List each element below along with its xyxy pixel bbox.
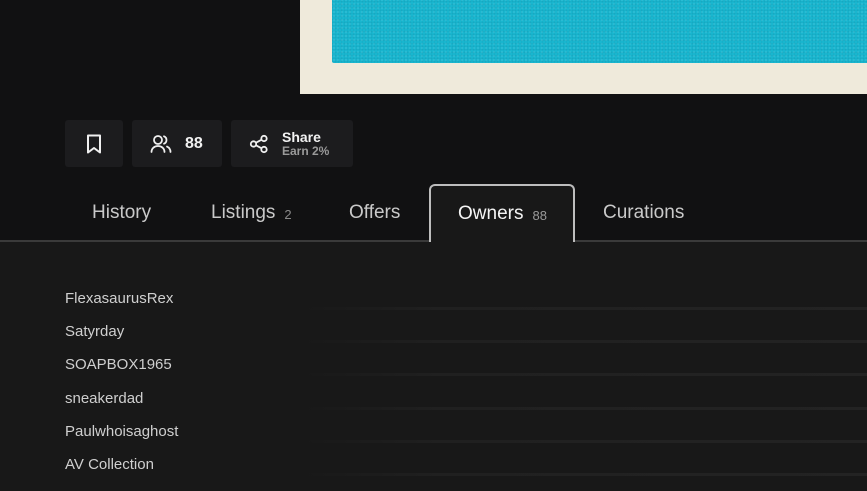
row-divider: [300, 473, 867, 476]
share-button[interactable]: Share Earn 2%: [231, 120, 353, 167]
tab-curations[interactable]: Curations: [603, 184, 684, 242]
users-icon: [150, 134, 172, 154]
tab-label: Listings: [211, 202, 276, 223]
list-item: AV Collection: [0, 450, 867, 483]
row-divider: [300, 373, 867, 376]
tab-count: 2: [284, 206, 292, 222]
tab-bar: History Listings 2 Offers Owners 88 Cura…: [0, 184, 867, 242]
tab-owners[interactable]: Owners 88: [429, 184, 575, 242]
owners-list: FlexasaurusRex Satyrday SOAPBOX1965 snea…: [0, 242, 867, 491]
owners-count: 88: [185, 134, 203, 152]
tab-label: History: [92, 202, 152, 223]
tab-count: 88: [532, 207, 547, 223]
list-item: Satyrday: [0, 317, 867, 350]
list-item: SOAPBOX1965: [0, 350, 867, 383]
owner-name[interactable]: SOAPBOX1965: [65, 356, 172, 373]
share-text: Share Earn 2%: [282, 129, 329, 159]
tab-label: Owners: [458, 203, 524, 224]
share-label: Share: [282, 128, 321, 145]
artwork-image[interactable]: [300, 0, 867, 94]
list-item: Paulwhoisaghost: [0, 417, 867, 450]
bookmark-button[interactable]: [65, 120, 123, 167]
owner-name[interactable]: sneakerdad: [65, 390, 143, 407]
action-bar: 88 Share Earn 2%: [65, 120, 353, 167]
tab-label: Offers: [349, 202, 401, 223]
artwork-blue-field: [332, 0, 867, 63]
page: 88 Share Earn 2% History Listings 2 Offe…: [0, 0, 867, 491]
owner-name[interactable]: Paulwhoisaghost: [65, 423, 178, 440]
tab-listings[interactable]: Listings 2: [211, 184, 292, 242]
list-item: FlexasaurusRex: [0, 284, 867, 317]
owner-name[interactable]: Satyrday: [65, 323, 124, 340]
bookmark-icon: [85, 134, 103, 154]
row-divider: [300, 307, 867, 310]
row-divider: [300, 440, 867, 443]
owner-name[interactable]: AV Collection: [65, 456, 154, 473]
owner-name[interactable]: FlexasaurusRex: [65, 290, 173, 307]
share-icon: [249, 134, 269, 154]
row-divider: [300, 407, 867, 410]
list-item: sneakerdad: [0, 384, 867, 417]
tab-offers[interactable]: Offers: [349, 184, 400, 242]
tab-label: Curations: [603, 202, 685, 223]
share-earn-label: Earn 2%: [282, 143, 330, 158]
row-divider: [300, 340, 867, 343]
tab-history[interactable]: History: [92, 184, 151, 242]
owners-button[interactable]: 88: [132, 120, 222, 167]
